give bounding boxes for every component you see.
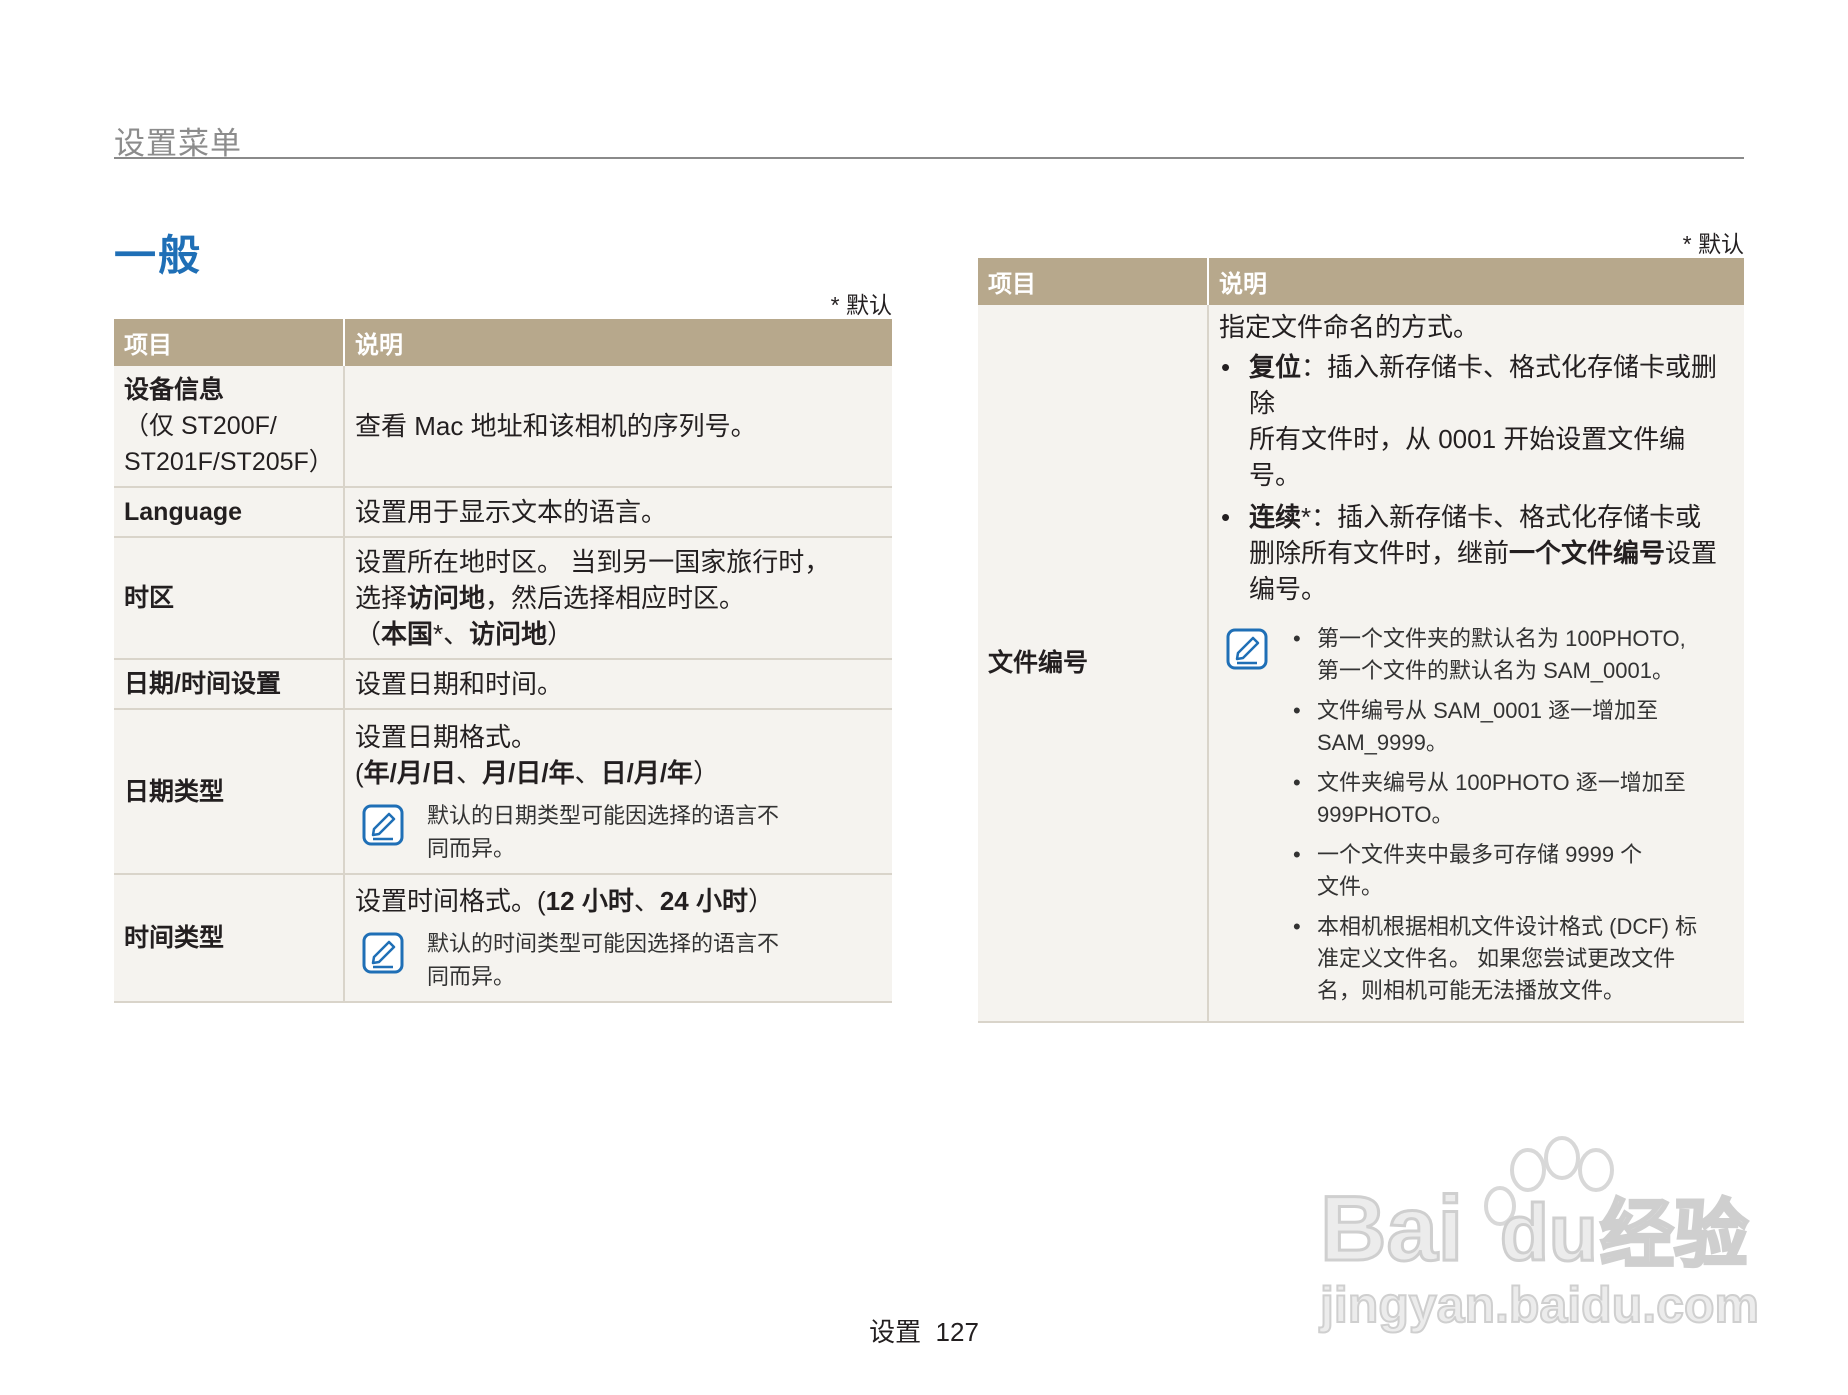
row-desc-date-type: 设置日期格式。 (年/月/日、月/日/年、日/月/年） 默认的日期类型可能因选择… bbox=[344, 709, 892, 875]
note-icon bbox=[362, 804, 404, 845]
baidu-watermark-logo: Bai du 经验 jingyan.baidu.com bbox=[1318, 1136, 1760, 1334]
list-item: 第一个文件夹的默认名为 100PHOTO, 第一个文件的默认名为 SAM_000… bbox=[1291, 623, 1697, 687]
watermark-brand-cn: 经验 bbox=[1600, 1192, 1748, 1278]
row-desc-time-type: 设置时间格式。(12 小时、24 小时） 默认的时间类型可能因选择的语言不 同而… bbox=[344, 874, 892, 1003]
file-number-options: 复位：插入新存储卡、格式化存储卡或删除 所有文件时，从 0001 开始设置文件编… bbox=[1219, 349, 1734, 607]
row-item-time-type: 时间类型 bbox=[114, 874, 345, 1003]
watermark-url: jingyan.baidu.com bbox=[1319, 1277, 1759, 1333]
section-title: 一般 bbox=[114, 232, 203, 279]
row-item-device-info: 设备信息 （仅 ST200F/ ST201F/ST205F） bbox=[114, 366, 345, 488]
row-item-timezone: 时区 bbox=[114, 537, 345, 660]
table-row: 设备信息 （仅 ST200F/ ST201F/ST205F） 查看 Mac 地址… bbox=[114, 366, 892, 488]
table-row: Language 设置用于显示文本的语言。 bbox=[114, 487, 892, 538]
column-header-item: 项目 bbox=[978, 258, 1209, 305]
table-row: 文件编号 指定文件命名的方式。 复位：插入新存储卡、格式化存储卡或删除 所有文件… bbox=[978, 305, 1744, 1023]
list-item: 连续*：插入新存储卡、格式化存储卡或 删除所有文件时，继前一个文件编号设置 编号… bbox=[1219, 499, 1734, 607]
default-legend-left: * 默认 bbox=[830, 292, 892, 318]
row-desc-file-number: 指定文件命名的方式。 复位：插入新存储卡、格式化存储卡或删除 所有文件时，从 0… bbox=[1208, 305, 1744, 1023]
list-item: 一个文件夹中最多可存储 9999 个 文件。 bbox=[1291, 839, 1697, 903]
general-settings-table: 项目 说明 设备信息 （仅 ST200F/ ST201F/ST205F） 查看 … bbox=[114, 319, 892, 1003]
note-icon bbox=[1226, 628, 1268, 670]
column-header-desc: 说明 bbox=[344, 319, 892, 366]
row-item-date-type: 日期类型 bbox=[114, 709, 345, 875]
note-box: 默认的时间类型可能因选择的语言不 同而异。 bbox=[355, 927, 882, 993]
row-desc-datetime: 设置日期和时间。 bbox=[344, 659, 892, 710]
table-row: 日期/时间设置 设置日期和时间。 bbox=[114, 659, 892, 710]
table-row: 日期类型 设置日期格式。 (年/月/日、月/日/年、日/月/年） 默认的日期类型… bbox=[114, 709, 892, 875]
note-box: 第一个文件夹的默认名为 100PHOTO, 第一个文件的默认名为 SAM_000… bbox=[1219, 623, 1734, 1015]
note-box: 默认的日期类型可能因选择的语言不 同而异。 bbox=[355, 799, 882, 865]
header-divider bbox=[114, 157, 1744, 159]
column-header-item: 项目 bbox=[114, 319, 345, 366]
list-item: 复位：插入新存储卡、格式化存储卡或删除 所有文件时，从 0001 开始设置文件编… bbox=[1219, 349, 1734, 493]
list-item: 文件编号从 SAM_0001 逐一增加至 SAM_9999。 bbox=[1291, 695, 1697, 759]
file-number-notes: 第一个文件夹的默认名为 100PHOTO, 第一个文件的默认名为 SAM_000… bbox=[1291, 623, 1697, 1015]
item-sublabel: ST201F/ST205F） bbox=[124, 448, 334, 476]
row-desc-language: 设置用于显示文本的语言。 bbox=[344, 487, 892, 538]
file-number-table: 项目 说明 文件编号 指定文件命名的方式。 复位：插入新存储卡、格式化存储卡或删… bbox=[978, 258, 1744, 1023]
item-sublabel: （仅 ST200F/ bbox=[124, 412, 277, 440]
row-desc-device-info: 查看 Mac 地址和该相机的序列号。 bbox=[344, 366, 892, 488]
row-item-language: Language bbox=[114, 487, 345, 538]
list-item: 文件夹编号从 100PHOTO 逐一增加至 999PHOTO。 bbox=[1291, 767, 1697, 831]
column-header-desc: 说明 bbox=[1208, 258, 1744, 305]
note-icon bbox=[362, 932, 404, 974]
table-row: 时区 设置所在地时区。 当到另一国家旅行时， 选择访问地，然后选择相应时区。 （… bbox=[114, 537, 892, 660]
list-item: 本相机根据相机文件设计格式 (DCF) 标 准定义文件名。 如果您尝试更改文件 … bbox=[1291, 911, 1697, 1007]
row-item-datetime: 日期/时间设置 bbox=[114, 659, 345, 710]
watermark-brand: Bai bbox=[1320, 1178, 1463, 1280]
default-legend-right: * 默认 bbox=[1682, 231, 1744, 257]
table-row: 时间类型 设置时间格式。(12 小时、24 小时） 默认的时间类型可能因选择的语… bbox=[114, 874, 892, 1003]
item-label: 设备信息 bbox=[124, 376, 225, 404]
watermark-brand-2: du bbox=[1500, 1188, 1598, 1277]
row-item-file-number: 文件编号 bbox=[978, 305, 1209, 1023]
row-desc-timezone: 设置所在地时区。 当到另一国家旅行时， 选择访问地，然后选择相应时区。 （本国*… bbox=[344, 537, 892, 660]
